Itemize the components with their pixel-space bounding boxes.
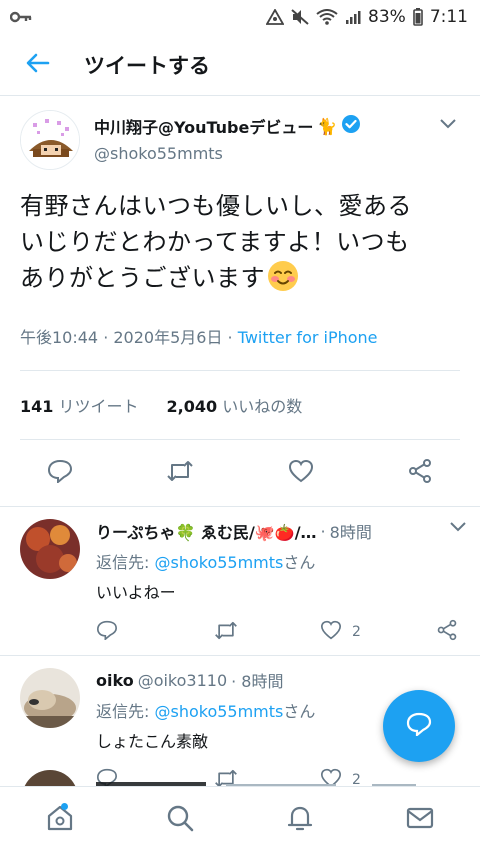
chevron-down-icon <box>440 114 456 133</box>
compose-icon <box>406 712 432 740</box>
mention-link[interactable]: @shoko55mmts <box>154 702 283 721</box>
like-icon <box>320 620 342 644</box>
share-icon <box>436 619 458 645</box>
reply-actions: 2 <box>96 619 460 645</box>
reply-to: 返信先: @shoko55mmtsさん <box>96 549 460 573</box>
notifications-icon <box>285 803 315 837</box>
like-stat[interactable]: 2,040 いいねの数 <box>167 393 303 417</box>
tweet-text-line-3: ありがとうございます <box>20 264 265 292</box>
reply-time: · 8時間 <box>231 672 284 691</box>
like-button[interactable]: 2 <box>320 620 436 644</box>
author-name-text: 中川翔子@YouTubeデビュー <box>94 118 314 137</box>
reply-tweet[interactable]: りーぷちゃ🍀 ゑむ民/🐙🍅/… · 8時間 返信先: @shoko55mmtsさ… <box>0 507 480 656</box>
reply-icon <box>96 620 118 644</box>
like-label: いいねの数 <box>222 397 303 416</box>
retweet-icon <box>166 460 194 486</box>
tweet-actions <box>0 440 480 507</box>
messages-icon <box>405 803 435 837</box>
search-icon <box>165 803 195 837</box>
tweet-text-line: ありがとうございます <box>20 260 460 302</box>
tweet-meta: 午後10:44 · 2020年5月6日 · Twitter for iPhone <box>20 324 460 371</box>
signal-icon <box>345 9 361 25</box>
nav-search[interactable] <box>150 790 210 850</box>
reply-author-handle[interactable]: @oiko3110 <box>138 671 227 690</box>
reply-to-suffix: さん <box>283 553 316 572</box>
author-name[interactable]: 中川翔子@YouTubeデビュー 🐈 <box>94 114 361 138</box>
tweet-author-row: 中川翔子@YouTubeデビュー 🐈 @shoko55mmts <box>20 110 460 170</box>
data-saver-icon <box>266 9 285 25</box>
retweet-icon <box>214 621 238 644</box>
retweet-button[interactable] <box>166 458 194 488</box>
tweet-menu-button[interactable] <box>436 110 460 137</box>
verified-icon <box>341 114 361 138</box>
reply-to-prefix: 返信先: <box>96 553 155 572</box>
tweet-text-line: いじりだとわかってますよ！いつも <box>20 228 410 256</box>
tweet-text: 有野さんはいつも優しいし、愛ある いじりだとわかってますよ！いつも ありがとうご… <box>20 188 460 302</box>
avatar[interactable] <box>20 519 80 579</box>
reply-header: oiko @oiko3110 · 8時間 <box>96 668 460 692</box>
status-bar: 83% 7:11 <box>0 0 480 34</box>
retweet-count: 141 <box>20 397 54 416</box>
back-arrow-icon <box>26 53 50 77</box>
bottom-navigation <box>0 786 480 853</box>
page-title: ツイートする <box>84 53 210 78</box>
tweet-source-link[interactable]: Twitter for iPhone <box>238 328 378 347</box>
separator: · <box>320 521 326 541</box>
top-app-bar: ツイートする <box>0 34 480 96</box>
share-button[interactable] <box>407 458 433 488</box>
avatar[interactable] <box>20 668 80 728</box>
mention-link[interactable]: @shoko55mmts <box>154 553 283 572</box>
like-icon <box>288 459 314 487</box>
reply-text: いいよねー <box>96 583 176 602</box>
tweet-timestamp: 午後10:44 · 2020年5月6日 · <box>20 328 233 347</box>
retweet-stat[interactable]: 141 リツイート <box>20 393 139 417</box>
back-button[interactable] <box>0 34 76 96</box>
cat-emoji: 🐈 <box>317 116 338 136</box>
like-count: 2 <box>352 624 361 640</box>
tweet-text-line: 有野さんはいつも優しいし、愛ある <box>20 192 412 220</box>
status-icons: 83% 7:11 <box>266 7 468 27</box>
wifi-icon <box>316 9 338 25</box>
reply-author-name[interactable]: oiko <box>96 671 134 690</box>
nav-home[interactable] <box>30 790 90 850</box>
chevron-down-icon <box>450 517 466 536</box>
reply-header: りーぷちゃ🍀 ゑむ民/🐙🍅/… · 8時間 <box>96 519 460 543</box>
battery-icon <box>413 8 423 26</box>
reply-to-suffix: さん <box>283 702 316 721</box>
reply-time: 8時間 <box>329 523 372 542</box>
mute-icon <box>291 9 309 25</box>
nav-messages[interactable] <box>390 790 450 850</box>
reply-button[interactable] <box>96 620 214 644</box>
compose-reply-button[interactable] <box>383 690 455 762</box>
reply-menu-button[interactable] <box>450 517 466 536</box>
share-button[interactable] <box>436 619 458 645</box>
reply-button[interactable] <box>47 458 73 488</box>
clock: 7:11 <box>429 7 468 27</box>
key-icon <box>10 10 32 24</box>
share-icon <box>407 458 433 488</box>
main-tweet: 中川翔子@YouTubeデビュー 🐈 @shoko55mmts 有野さんはいつも… <box>0 96 480 507</box>
tweet-stats: 141 リツイート 2,040 いいねの数 <box>20 371 460 440</box>
retweet-button[interactable] <box>214 621 320 644</box>
like-button[interactable] <box>288 458 314 488</box>
reply-to-prefix: 返信先: <box>96 702 155 721</box>
retweet-label: リツイート <box>58 397 139 416</box>
author-handle[interactable]: @shoko55mmts <box>94 144 361 163</box>
reply-icon <box>47 459 73 487</box>
home-icon <box>45 803 75 837</box>
like-count: 2,040 <box>166 397 218 416</box>
new-content-dot <box>61 803 68 810</box>
avatar[interactable] <box>20 110 80 170</box>
blushing-face-emoji-icon <box>267 260 299 302</box>
battery-percent: 83% <box>368 7 406 27</box>
reply-author-name[interactable]: りーぷちゃ🍀 ゑむ民/🐙🍅/… <box>96 519 317 543</box>
nav-notifications[interactable] <box>270 790 330 850</box>
